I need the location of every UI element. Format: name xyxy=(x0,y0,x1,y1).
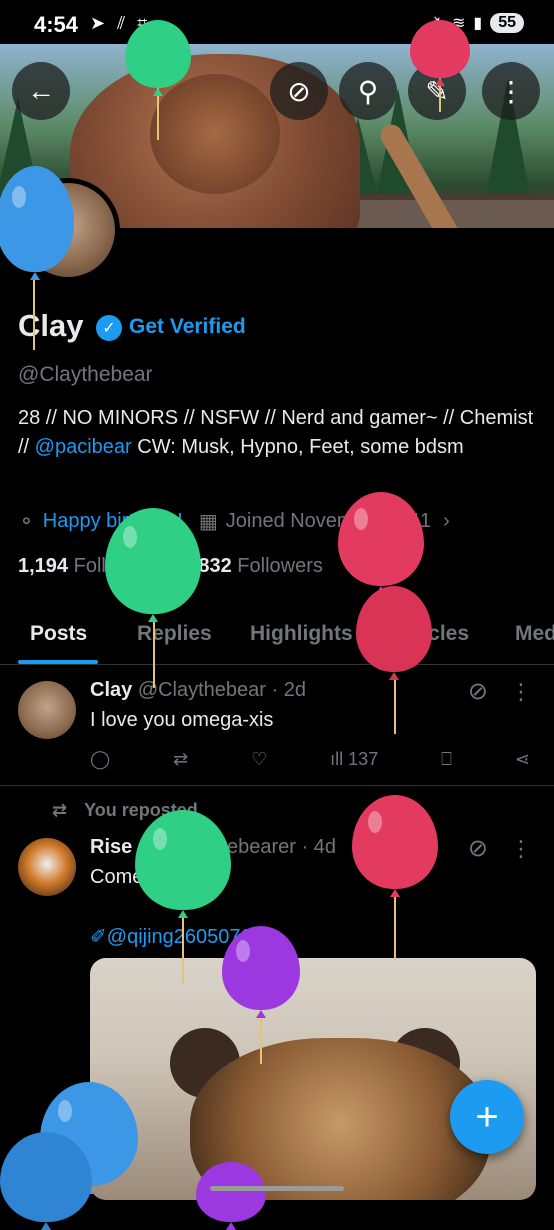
search-icon: ⚲ xyxy=(357,75,379,107)
chevron-right-icon: › xyxy=(443,510,450,532)
green-balloon xyxy=(135,810,231,910)
tab-media[interactable]: Media xyxy=(515,622,554,646)
profile-name: Clay xyxy=(18,308,84,343)
battery-indicator: 55 xyxy=(490,13,524,33)
post-author-name[interactable]: Clay xyxy=(90,679,132,701)
signal-strength-icon: ⫽ xyxy=(117,13,126,33)
post-media-image[interactable] xyxy=(90,958,536,1200)
back-icon: ← xyxy=(27,75,55,106)
post-item[interactable]: Clay @Claythebear · 2d I love you omega-… xyxy=(0,665,554,786)
cell-signal-icon: ▮ xyxy=(473,15,483,32)
more-button[interactable]: ⋮ xyxy=(482,62,540,120)
grok-icon[interactable]: ⊘ xyxy=(468,834,488,863)
link-icon: ✐ xyxy=(90,926,107,948)
post-actions: ◯ ⇄ ♡ ıll 137 ⎕ ⋖ xyxy=(90,749,530,770)
share-icon[interactable]: ⋖ xyxy=(515,749,530,770)
balloon-icon: ⚬ xyxy=(18,511,35,533)
green-balloon xyxy=(105,508,201,614)
views-icon: ıll xyxy=(330,749,344,769)
purple-balloon xyxy=(222,926,300,1010)
profile-bio: 28 // NO MINORS // NSFW // Nerd and game… xyxy=(18,407,534,458)
post-author-name[interactable]: Rise xyxy=(90,836,132,858)
calendar-icon: ▦ xyxy=(198,511,218,533)
post-author-avatar[interactable] xyxy=(18,681,76,739)
bookmark-icon[interactable]: ⎕ xyxy=(441,749,452,770)
purple-balloon xyxy=(196,1162,266,1222)
bio-mention-link[interactable]: @pacibear xyxy=(35,436,132,458)
post-more-icon[interactable]: ⋮ xyxy=(510,836,532,862)
profile-handle: @Claythebear xyxy=(18,363,153,386)
compose-button[interactable]: + xyxy=(450,1080,524,1154)
status-bar: 4:54 ➤ ⫽ ⌗ 🔇︎ ≋ ▮ 55 xyxy=(0,0,554,48)
red-balloon xyxy=(410,20,470,78)
search-button[interactable]: ⚲ xyxy=(339,62,397,120)
tab-replies[interactable]: Replies xyxy=(137,622,212,646)
get-verified-link[interactable]: Get Verified xyxy=(129,315,246,339)
telegram-icon: ➤ xyxy=(90,13,106,33)
like-icon[interactable]: ♡ xyxy=(251,749,267,770)
reply-icon[interactable]: ◯ xyxy=(90,749,110,770)
more-icon: ⋮ xyxy=(497,75,525,107)
verified-badge-icon[interactable]: ✓ xyxy=(96,315,122,341)
red-balloon xyxy=(356,586,432,672)
edit-icon: ✎ xyxy=(425,75,449,107)
views-button[interactable]: ıll 137 xyxy=(330,749,378,770)
green-balloon xyxy=(125,20,191,88)
post-text: I love you omega-xis xyxy=(90,709,274,731)
grok-button[interactable]: ⊘ xyxy=(270,62,328,120)
repost-indicator-icon: ⇄ xyxy=(52,800,68,820)
views-count: 137 xyxy=(348,749,379,769)
active-tab-indicator xyxy=(18,660,98,664)
post-more-icon[interactable]: ⋮ xyxy=(510,679,532,705)
grok-icon[interactable]: ⊘ xyxy=(468,677,488,706)
post-time: 2d xyxy=(283,679,306,701)
red-balloon xyxy=(352,795,438,889)
profile-tabs: Posts Replies Highlights Articles Media xyxy=(0,608,554,665)
post-author-handle: @Claythebear xyxy=(137,679,266,701)
blue-balloon xyxy=(0,1132,92,1222)
plus-icon: + xyxy=(475,1094,499,1139)
post-author-avatar[interactable] xyxy=(18,838,76,896)
tab-posts[interactable]: Posts xyxy=(30,622,87,646)
red-balloon xyxy=(338,492,424,586)
home-indicator xyxy=(210,1186,344,1191)
status-time: 4:54 xyxy=(34,12,79,37)
post-time: 4d xyxy=(313,836,336,858)
back-button[interactable]: ← xyxy=(12,62,70,120)
tab-highlights[interactable]: Highlights xyxy=(250,622,353,646)
grok-icon: ⊘ xyxy=(287,75,311,107)
repost-icon[interactable]: ⇄ xyxy=(173,749,188,770)
followers-link[interactable]: 5,832 Followers xyxy=(182,555,323,577)
